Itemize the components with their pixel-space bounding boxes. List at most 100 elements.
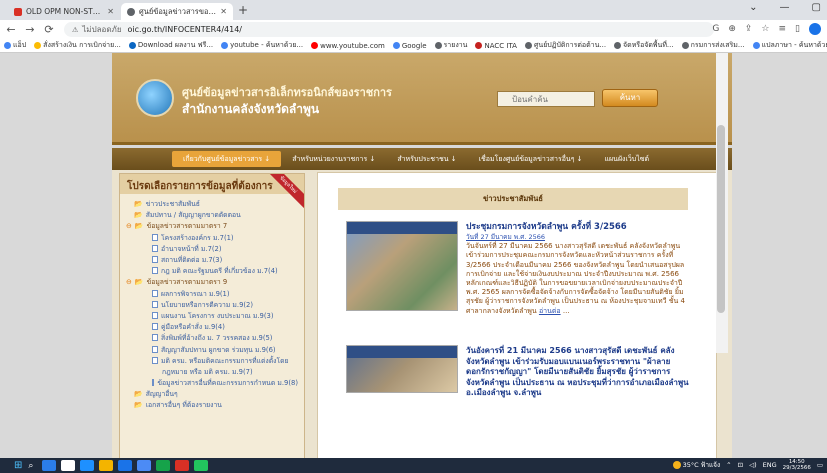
maximize-icon[interactable]: ▢	[812, 2, 821, 13]
network-icon[interactable]: ⊡	[738, 461, 743, 469]
news-title[interactable]: วันอังคารที่ 21 มีนาคม 2566 นางสาวสุรัสด…	[466, 346, 691, 399]
sidebar-icon[interactable]: ▯	[795, 24, 800, 34]
tree-item[interactable]: 📂 สัมปทาน / สัญญาผูกขาดตัดตอน	[134, 209, 298, 220]
back-icon[interactable]: ←	[3, 23, 19, 36]
nav-sitemap[interactable]: แผนผังเว็บไซต์	[594, 154, 661, 165]
document-icon	[152, 311, 158, 319]
news-title[interactable]: ประชุมกรมการจังหวัดลำพูน ครั้งที่ 3/2566	[466, 222, 691, 233]
tree-item-label: กฎหมาย หรือ มติ ครม. ม.9(7)	[162, 367, 253, 376]
tree-item-label: แผนงาน โครงการ งบประมาณ ม.9(3)	[161, 311, 274, 320]
nav-about[interactable]: เกี่ยวกับศูนย์ข้อมูลข่าวสาร ↓	[172, 151, 282, 167]
tree-section[interactable]: ⊖ 📂 ข้อมูลข่าวสารตามมาตรา 9	[126, 276, 298, 287]
tab-search-icon[interactable]: ⌄	[749, 2, 757, 13]
bookmark-item[interactable]: สั่งสร้างเงิน การเบิกจ่าย...	[34, 40, 121, 51]
tray-chevron-icon[interactable]: ⌃	[726, 461, 731, 469]
notifications-icon[interactable]: ▭	[817, 461, 823, 469]
bookmark-star-icon[interactable]: ☆	[761, 24, 769, 34]
taskbar-app-icon[interactable]	[194, 460, 209, 471]
tree-item[interactable]: แผนงาน โครงการ งบประมาณ ม.9(3)	[152, 310, 298, 321]
tree-item[interactable]: ข้อมูลข่าวสารอื่นที่คณะกรรมการกำหนด ม.9(…	[152, 377, 298, 388]
volume-icon[interactable]: ◁)	[749, 461, 757, 469]
taskbar-app-icon[interactable]	[80, 460, 95, 471]
close-tab-icon[interactable]: ✕	[107, 7, 114, 16]
toolbar: ← → ⟳ ⌂ ⚠ ไม่ปลอดภัย oic.go.th/INFOCENTE…	[0, 20, 827, 39]
new-tab-button[interactable]: +	[238, 3, 248, 17]
news-item: วันอังคารที่ 21 มีนาคม 2566 นางสาวสุรัสด…	[338, 343, 693, 458]
tree-section[interactable]: ⊖ 📂 ข้อมูลข่าวสารตามมาตรา 7	[126, 220, 298, 231]
reload-icon[interactable]: ⟳	[41, 23, 57, 36]
windows-start-icon[interactable]: ⊞	[14, 460, 22, 471]
taskbar-app-icon[interactable]	[156, 460, 171, 471]
news-thumbnail[interactable]	[346, 345, 458, 393]
nav-links[interactable]: เชื่อมโยงศูนย์ข้อมูลข่าวสารอื่นๆ ↓	[468, 154, 594, 165]
collapse-icon[interactable]: ⊖	[126, 278, 132, 286]
collapse-icon[interactable]: ⊖	[126, 222, 132, 230]
site-logo-icon[interactable]	[136, 79, 174, 117]
document-icon	[152, 233, 158, 241]
tree-item[interactable]: 📂 ข่าวประชาสัมพันธ์	[134, 198, 298, 209]
taskbar-app-icon[interactable]	[175, 460, 190, 471]
thumbnail-banner	[347, 346, 457, 358]
bookmark-item[interactable]: Google	[392, 42, 427, 50]
bookmark-item[interactable]: แปลภาษา - ค้นหาด้วย...	[752, 40, 827, 51]
bookmark-item[interactable]: แอ็ป	[4, 40, 26, 51]
tree-item[interactable]: กฎ มติ คณะรัฐมนตรี ที่เกี่ยวข้อง ม.7(4)	[152, 265, 298, 276]
tab-oic-infocenter[interactable]: ศูนย์ข้อมูลข่าวสารของราชการ - สำนั ✕	[121, 3, 233, 20]
tree-item[interactable]: สัญญาสัมปทาน ผูกขาด ร่วมทุน ม.9(6)	[152, 343, 298, 354]
search-input[interactable]	[497, 91, 595, 107]
globe-icon	[681, 42, 689, 49]
tree-item[interactable]: สถานที่ติดต่อ ม.7(3)	[152, 254, 298, 265]
url-text[interactable]: oic.go.th/INFOCENTER4/414/	[128, 25, 242, 34]
tree-item[interactable]: กฎหมาย หรือ มติ ครม. ม.9(7)	[162, 366, 298, 377]
tree-item[interactable]: อำนาจหน้าที่ ม.7(2)	[152, 243, 298, 254]
google-lens-icon[interactable]: G	[712, 24, 719, 34]
tree-item[interactable]: 📂 เอกสารอื่นๆ ที่ต้องรายงาน	[134, 399, 298, 410]
taskbar-app-icon[interactable]	[99, 460, 114, 471]
close-tab-icon[interactable]: ✕	[220, 7, 227, 16]
tree-item[interactable]: ผลการพิจารณา ม.9(1)	[152, 288, 298, 299]
tab-old-opm[interactable]: OLD OPM NON-STOP | CLA ✕	[8, 3, 120, 20]
tree-item[interactable]: คู่มือหรือคำสั่ง ม.9(4)	[152, 321, 298, 332]
globe-icon	[434, 42, 442, 49]
profile-avatar[interactable]	[809, 23, 821, 35]
reading-list-icon[interactable]: ≡	[779, 24, 787, 34]
share-icon[interactable]: ⇪	[745, 24, 753, 34]
language-indicator[interactable]: ENG	[763, 461, 777, 469]
tree-item[interactable]: นโยบายหรือการตีความ ม.9(2)	[152, 299, 298, 310]
bookmark-item[interactable]: NACC ITA	[475, 42, 517, 50]
news-thumbnail[interactable]	[346, 221, 458, 311]
forward-icon[interactable]: →	[22, 23, 38, 36]
tree-item[interactable]: โครงสร้างองค์กร ม.7(1)	[152, 232, 298, 243]
nav-government-agencies[interactable]: สำหรับหน่วยงานราชการ ↓	[281, 154, 386, 165]
clock[interactable]: 14:50 29/3/2566	[783, 459, 811, 471]
taskbar-app-icon[interactable]	[137, 460, 152, 471]
bookmark-item[interactable]: ศูนย์ปฏิบัติการต่อต้าน...	[524, 40, 606, 51]
read-more-link[interactable]: อ่านต่อ	[539, 307, 561, 315]
scrollbar-thumb[interactable]	[717, 125, 725, 313]
security-status[interactable]: ไม่ปลอดภัย	[82, 23, 121, 36]
address-bar[interactable]: ⚠ ไม่ปลอดภัย oic.go.th/INFOCENTER4/414/	[64, 22, 714, 37]
folder-open-icon: 📂	[134, 221, 144, 230]
bookmark-item[interactable]: www.youtube.com	[311, 42, 385, 50]
taskbar-app-icon[interactable]	[118, 460, 133, 471]
minimize-icon[interactable]: —	[780, 2, 790, 13]
bookmark-item[interactable]: youtube - ค้นหาด้วย...	[221, 40, 303, 51]
taskbar-app-icon[interactable]	[61, 460, 76, 471]
search-icon[interactable]: ⌕	[28, 461, 33, 471]
tree-item-label: กฎ มติ คณะรัฐมนตรี ที่เกี่ยวข้อง ม.7(4)	[161, 267, 278, 276]
bookmark-item[interactable]: จัดหรือจัดพื้นที่...	[614, 40, 674, 51]
bookmark-item[interactable]: รายงาน	[434, 40, 467, 51]
tree-item[interactable]: มติ ครม. หรือมติคณะกรรมการที่แต่งตั้งโดย	[152, 355, 298, 366]
tree-item[interactable]: 📂 สัญญาอื่นๆ	[134, 388, 298, 399]
search-button[interactable]: ค้นหา	[602, 89, 658, 107]
nav-public[interactable]: สำหรับประชาชน ↓	[386, 154, 467, 165]
weather-widget[interactable]: 35°C ฟ้าแจ้ง	[672, 460, 720, 470]
taskbar-app-icon[interactable]	[42, 460, 57, 471]
translate-icon[interactable]: ⊕	[728, 24, 736, 34]
bookmark-item[interactable]: กรมการส่งเสริม...	[681, 40, 745, 51]
bookmark-item[interactable]: Download ผลงาน ฟรี...	[128, 40, 213, 51]
toolbar-actions: G ⊕ ⇪ ☆ ≡ ▯	[712, 23, 821, 35]
warning-icon[interactable]: ⚠	[72, 26, 78, 34]
tree-item[interactable]: สิ่งพิมพ์ที่อ้างถึง ม. 7 วรรคสอง ม.9(5)	[152, 332, 298, 343]
news-text: วันอังคารที่ 21 มีนาคม 2566 นางสาวสุรัสด…	[466, 346, 691, 399]
